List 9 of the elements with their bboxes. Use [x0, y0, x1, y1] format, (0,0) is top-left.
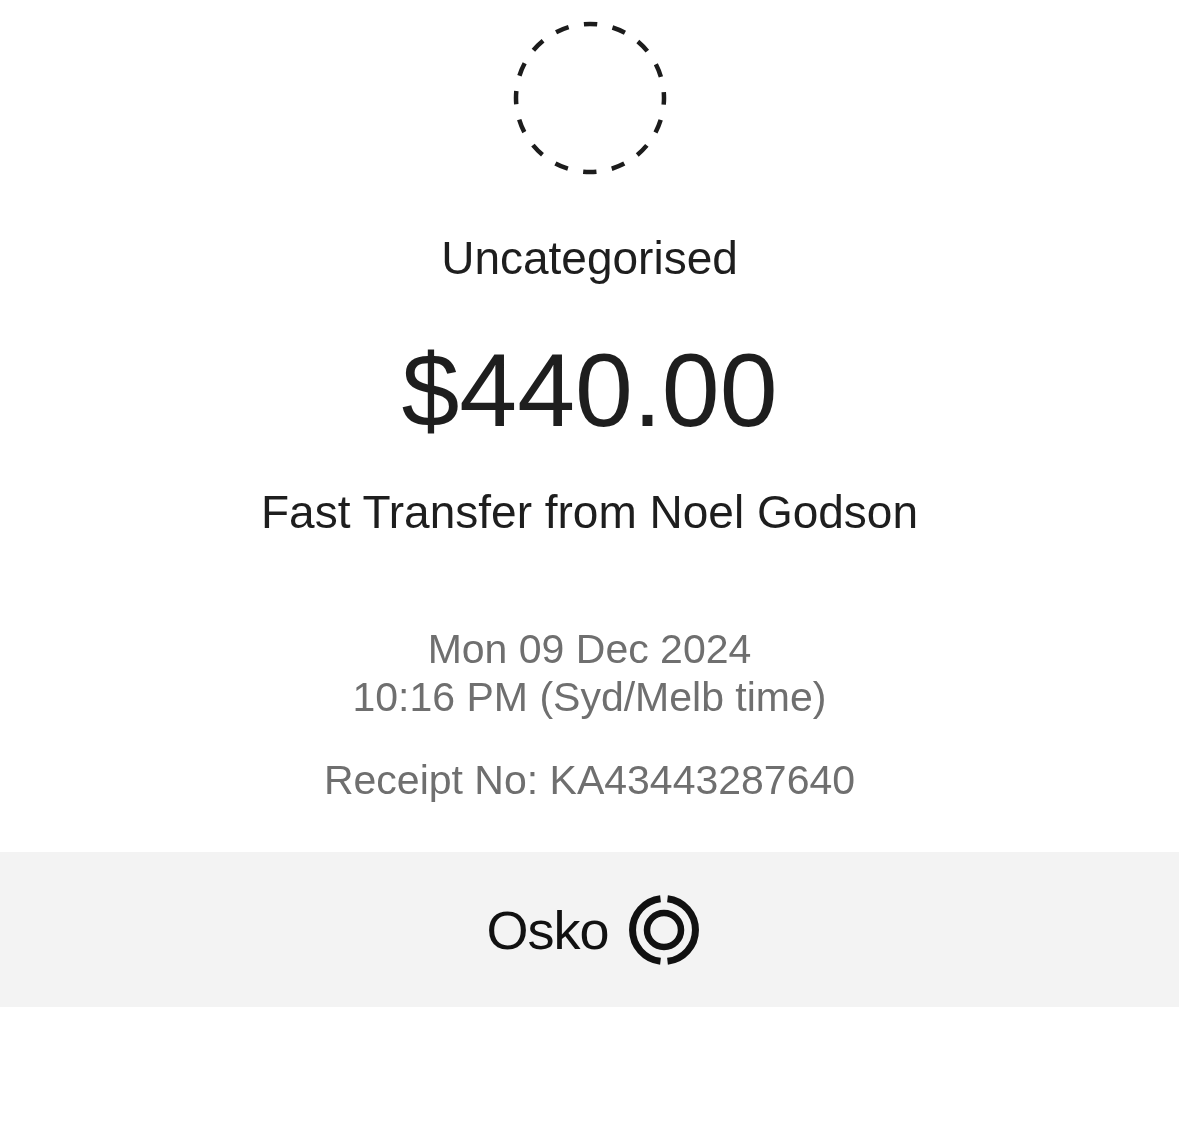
time-text: 10:16 PM (Syd/Melb time): [352, 673, 827, 721]
receipt-number: Receipt No: KA43443287640: [323, 756, 856, 804]
category-label: Uncategorised: [441, 231, 738, 286]
dashed-circle-icon: [511, 20, 668, 176]
network-logo-text: Osko: [486, 898, 609, 961]
transaction-description: Fast Transfer from Noel Godson: [261, 485, 918, 540]
concentric-rings-icon: [628, 894, 699, 965]
amount-text: $440.00: [401, 332, 778, 448]
date-text: Mon 09 Dec 2024: [427, 625, 752, 673]
